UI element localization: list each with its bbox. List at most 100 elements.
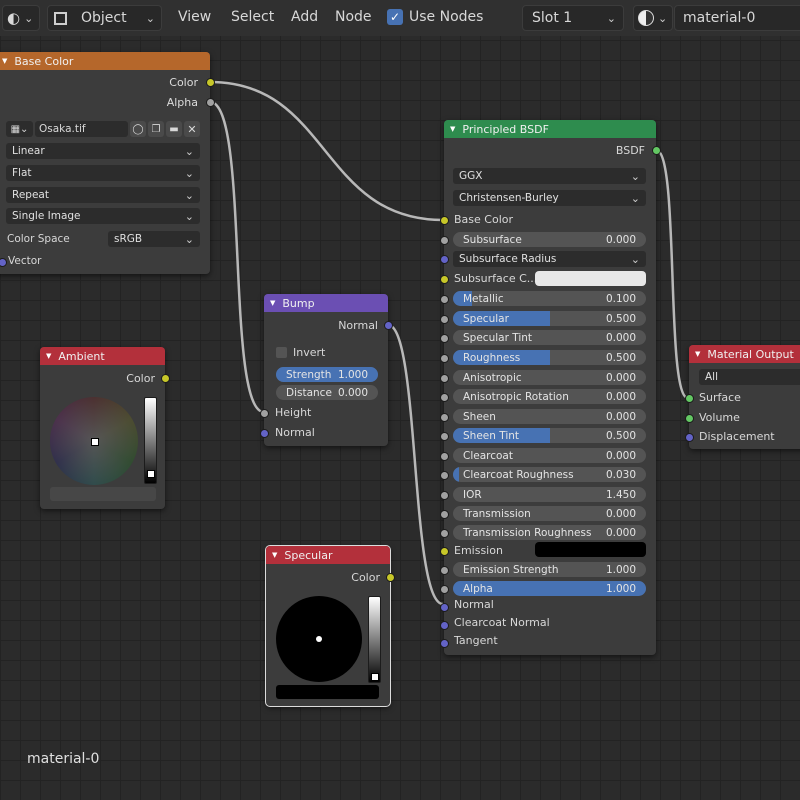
normal-input-socket[interactable] (440, 603, 449, 612)
specular-field[interactable]: Specular 0.500 (453, 311, 646, 326)
bump-node[interactable]: ▼ Bump Normal Invert Strength 1.000 Dist… (260, 294, 393, 446)
node-header[interactable]: ▼ Specular (266, 546, 390, 564)
projection-dropdown[interactable]: Flat ⌄ (6, 165, 200, 181)
strength-field[interactable]: Strength 1.000 (276, 367, 378, 382)
menu-select[interactable]: Select (231, 9, 274, 25)
alpha-output-socket[interactable] (206, 98, 215, 107)
vector-input-socket[interactable] (0, 258, 7, 267)
transmission-field[interactable]: Transmission 0.000 (453, 506, 646, 521)
height-input-socket[interactable] (260, 409, 269, 418)
tangent-input-socket[interactable] (440, 639, 449, 648)
specular-tint-input-socket[interactable] (440, 334, 449, 343)
sheen-field[interactable]: Sheen 0.000 (453, 409, 646, 424)
material-browse-button[interactable]: ⌄ (633, 5, 673, 31)
collapse-triangle-icon[interactable]: ▼ (270, 299, 275, 307)
collapse-triangle-icon[interactable]: ▼ (272, 551, 277, 559)
collapse-triangle-icon[interactable]: ▼ (695, 350, 700, 358)
normal-output-socket[interactable] (384, 321, 393, 330)
subsurface-method-dropdown[interactable]: Christensen-Burley ⌄ (453, 190, 646, 206)
color-swatch[interactable] (276, 685, 379, 699)
metallic-input-socket[interactable] (440, 295, 449, 304)
image-browse-button[interactable]: ▦⌄ (6, 121, 33, 137)
transmission-roughness-field[interactable]: Transmission Roughness 0.000 (453, 525, 646, 540)
editor-type-button[interactable]: ◐ ⌄ (2, 5, 40, 31)
normal-input-socket[interactable] (260, 429, 269, 438)
emission-color-swatch[interactable] (535, 542, 646, 557)
alpha-field[interactable]: Alpha 1.000 (453, 581, 646, 596)
ambient-rgb-node[interactable]: ▼ Ambient Color (40, 347, 170, 509)
image-name-field[interactable]: Osaka.tif (35, 121, 128, 137)
color-output-socket[interactable] (386, 573, 395, 582)
node-header[interactable]: ▼ Base Color (0, 52, 210, 70)
principled-bsdf-node[interactable]: ▼ Principled BSDF BSDF GGX ⌄ Christensen… (440, 120, 661, 655)
node-header[interactable]: ▼ Principled BSDF (444, 120, 656, 138)
sheen-tint-field[interactable]: Sheen Tint 0.500 (453, 428, 646, 443)
color-output-socket[interactable] (206, 78, 215, 87)
image-texture-node[interactable]: ▼ Base Color Color Alpha ▦⌄ Osaka.tif ◯ … (0, 52, 215, 274)
alpha-input-socket[interactable] (440, 585, 449, 594)
color-space-dropdown[interactable]: sRGB ⌄ (108, 231, 200, 247)
subsurface-radius-input-socket[interactable] (440, 255, 449, 264)
clearcoat-roughness-field[interactable]: Clearcoat Roughness 0.030 (453, 467, 646, 482)
subsurface-radius-dropdown[interactable]: Subsurface Radius ⌄ (453, 251, 646, 267)
emission-strength-field[interactable]: Emission Strength 1.000 (453, 562, 646, 577)
anisotropic-input-socket[interactable] (440, 374, 449, 383)
color-wheel[interactable] (50, 397, 138, 485)
bsdf-output-socket[interactable] (652, 146, 661, 155)
clearcoat-roughness-input-socket[interactable] (440, 471, 449, 480)
slot-dropdown[interactable]: Slot 1 ⌄ (522, 5, 624, 31)
source-dropdown[interactable]: Single Image ⌄ (6, 208, 200, 224)
ior-input-socket[interactable] (440, 491, 449, 500)
fake-user-button[interactable]: ◯ (130, 121, 146, 137)
roughness-input-socket[interactable] (440, 354, 449, 363)
displacement-input-socket[interactable] (685, 433, 694, 442)
invert-checkbox[interactable]: Invert (276, 346, 325, 359)
node-header[interactable]: ▼ Bump (264, 294, 388, 312)
material-output-node[interactable]: ▼ Material Output All ⌄ Surface Volume D… (685, 345, 800, 449)
color-output-socket[interactable] (161, 374, 170, 383)
extension-dropdown[interactable]: Repeat ⌄ (6, 187, 200, 203)
object-mode-dropdown[interactable]: Object ⌄ (47, 5, 162, 31)
surface-input-socket[interactable] (685, 394, 694, 403)
collapse-triangle-icon[interactable]: ▼ (450, 125, 455, 133)
roughness-field[interactable]: Roughness 0.500 (453, 350, 646, 365)
sheen-tint-input-socket[interactable] (440, 432, 449, 441)
transmission-roughness-input-socket[interactable] (440, 529, 449, 538)
menu-view[interactable]: View (178, 9, 211, 25)
color-wheel[interactable] (276, 596, 362, 682)
use-nodes-toggle[interactable]: ✓ Use Nodes (387, 9, 483, 25)
emission-input-socket[interactable] (440, 547, 449, 556)
base-color-input-socket[interactable] (440, 216, 449, 225)
collapse-triangle-icon[interactable]: ▼ (2, 57, 7, 65)
specular-input-socket[interactable] (440, 315, 449, 324)
clearcoat-field[interactable]: Clearcoat 0.000 (453, 448, 646, 463)
clearcoat-input-socket[interactable] (440, 452, 449, 461)
subsurface-color-swatch[interactable] (535, 271, 646, 286)
color-picker-cursor[interactable] (316, 636, 322, 642)
menu-add[interactable]: Add (291, 9, 318, 25)
target-dropdown[interactable]: All ⌄ (699, 369, 800, 385)
node-header[interactable]: ▼ Ambient (40, 347, 165, 365)
color-swatch[interactable] (50, 487, 156, 501)
color-picker-cursor[interactable] (91, 438, 99, 446)
interpolation-dropdown[interactable]: Linear ⌄ (6, 143, 200, 159)
material-name-field[interactable]: material-0 (674, 5, 800, 31)
value-slider[interactable] (368, 596, 381, 683)
volume-input-socket[interactable] (685, 414, 694, 423)
node-header[interactable]: ▼ Material Output (689, 345, 800, 363)
transmission-input-socket[interactable] (440, 510, 449, 519)
subsurface-color-input-socket[interactable] (440, 275, 449, 284)
anisotropic-field[interactable]: Anisotropic 0.000 (453, 370, 646, 385)
ior-field[interactable]: IOR 1.450 (453, 487, 646, 502)
specular-rgb-node[interactable]: ▼ Specular Color (266, 546, 395, 706)
subsurface-field[interactable]: Subsurface 0.000 (453, 232, 646, 247)
distribution-dropdown[interactable]: GGX ⌄ (453, 168, 646, 184)
value-slider[interactable] (144, 397, 157, 484)
duplicate-image-button[interactable]: ❐ (148, 121, 164, 137)
anisotropic-rotation-input-socket[interactable] (440, 393, 449, 402)
value-slider-handle[interactable] (147, 470, 155, 478)
collapse-triangle-icon[interactable]: ▼ (46, 352, 51, 360)
anisotropic-rotation-field[interactable]: Anisotropic Rotation 0.000 (453, 389, 646, 404)
emission-strength-input-socket[interactable] (440, 566, 449, 575)
distance-field[interactable]: Distance 0.000 (276, 385, 378, 400)
